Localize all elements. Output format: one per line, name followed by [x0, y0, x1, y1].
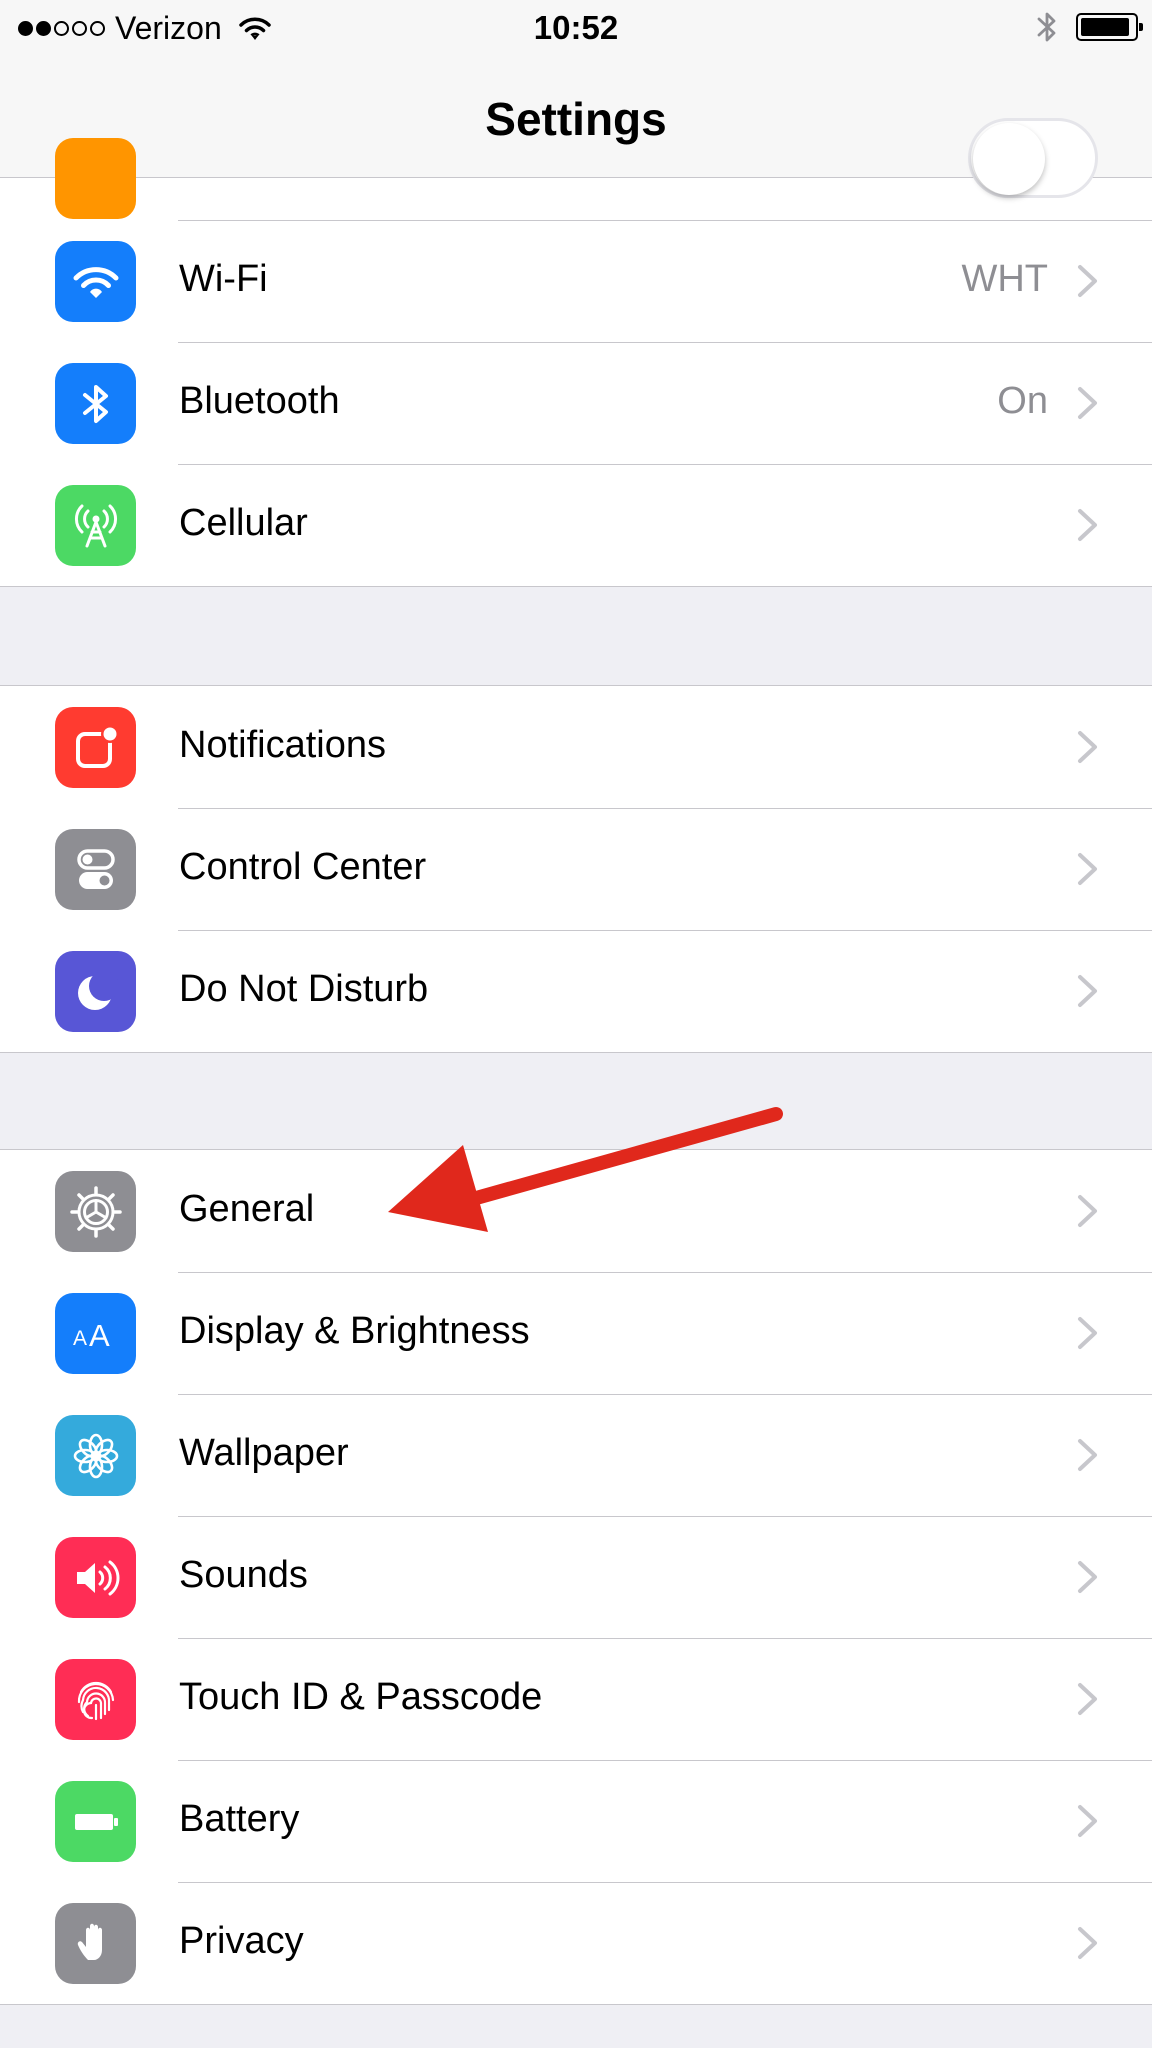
settings-row-cellular[interactable]: Cellular: [0, 464, 1152, 586]
settings-row-bluetooth[interactable]: Bluetooth On: [0, 342, 1152, 464]
settings-row-label: Control Center: [179, 846, 427, 888]
settings-group-general: General A A Display & Brightness Wallpap…: [0, 1149, 1152, 2005]
settings-row-wifi[interactable]: Wi-Fi WHT: [0, 220, 1152, 342]
bluetooth-status-value: On: [997, 380, 1048, 422]
svg-text:A: A: [73, 1327, 87, 1350]
battery-status-icon: [1076, 13, 1143, 41]
settings-row-label: Battery: [179, 1798, 300, 1840]
chevron-right-icon: [1078, 387, 1097, 419]
speaker-icon: [55, 1537, 136, 1618]
status-bar-right: [1036, 10, 1143, 44]
wifi-network-value: WHT: [961, 258, 1048, 300]
chevron-right-icon: [1078, 1683, 1097, 1715]
chevron-right-icon: [1078, 731, 1097, 763]
settings-row-label: Touch ID & Passcode: [179, 1676, 543, 1718]
settings-row-airplane-mode[interactable]: [0, 118, 1152, 220]
flower-icon: [55, 1415, 136, 1496]
chevron-right-icon: [1078, 1195, 1097, 1227]
settings-row-label: Display & Brightness: [179, 1310, 530, 1352]
chevron-right-icon: [1078, 1561, 1097, 1593]
chevron-right-icon: [1078, 975, 1097, 1007]
chevron-right-icon: [1078, 1927, 1097, 1959]
settings-row-notifications[interactable]: Notifications: [0, 686, 1152, 808]
settings-row-label: Sounds: [179, 1554, 308, 1596]
chevron-right-icon: [1078, 265, 1097, 297]
settings-row-battery[interactable]: Battery: [0, 1760, 1152, 1882]
text-size-icon: A A: [55, 1293, 136, 1374]
settings-row-label: Notifications: [179, 724, 386, 766]
chevron-right-icon: [1078, 1439, 1097, 1471]
settings-row-touch-id-passcode[interactable]: Touch ID & Passcode: [0, 1638, 1152, 1760]
settings-row-display-brightness[interactable]: A A Display & Brightness: [0, 1272, 1152, 1394]
wifi-icon: [55, 241, 136, 322]
settings-row-label: Wi-Fi: [179, 258, 268, 300]
bluetooth-icon: [55, 363, 136, 444]
notifications-icon: [55, 707, 136, 788]
settings-group-notifications: Notifications Control Center Do Not Dist…: [0, 685, 1152, 1053]
chevron-right-icon: [1078, 853, 1097, 885]
settings-row-label: Wallpaper: [179, 1432, 349, 1474]
control-center-icon: [55, 829, 136, 910]
settings-row-control-center[interactable]: Control Center: [0, 808, 1152, 930]
settings-row-label: Cellular: [179, 502, 308, 544]
fingerprint-icon: [55, 1659, 136, 1740]
settings-row-label: Bluetooth: [179, 380, 340, 422]
moon-icon: [55, 951, 136, 1032]
settings-row-sounds[interactable]: Sounds: [0, 1516, 1152, 1638]
hand-icon: [55, 1903, 136, 1984]
gear-icon: [55, 1171, 136, 1252]
svg-text:A: A: [89, 1318, 110, 1353]
chevron-right-icon: [1078, 1317, 1097, 1349]
cellular-antenna-icon: [55, 485, 136, 566]
settings-row-label: Do Not Disturb: [179, 968, 429, 1010]
status-time: 10:52: [533, 9, 619, 46]
settings-row-general[interactable]: General: [0, 1150, 1152, 1272]
settings-group-connectivity: Wi-Fi WHT Bluetooth On Cellular: [0, 118, 1152, 587]
chevron-right-icon: [1078, 509, 1097, 541]
settings-row-label: General: [179, 1188, 315, 1230]
airplane-icon: [55, 138, 136, 219]
chevron-right-icon: [1078, 1805, 1097, 1837]
settings-row-wallpaper[interactable]: Wallpaper: [0, 1394, 1152, 1516]
status-bar: Verizon 10:52: [0, 0, 1152, 56]
airplane-mode-toggle[interactable]: [968, 118, 1098, 198]
bluetooth-status-icon: [1037, 12, 1056, 42]
battery-icon: [55, 1781, 136, 1862]
settings-row-label: Privacy: [179, 1920, 304, 1962]
settings-row-do-not-disturb[interactable]: Do Not Disturb: [0, 930, 1152, 1052]
settings-row-privacy[interactable]: Privacy: [0, 1882, 1152, 2004]
